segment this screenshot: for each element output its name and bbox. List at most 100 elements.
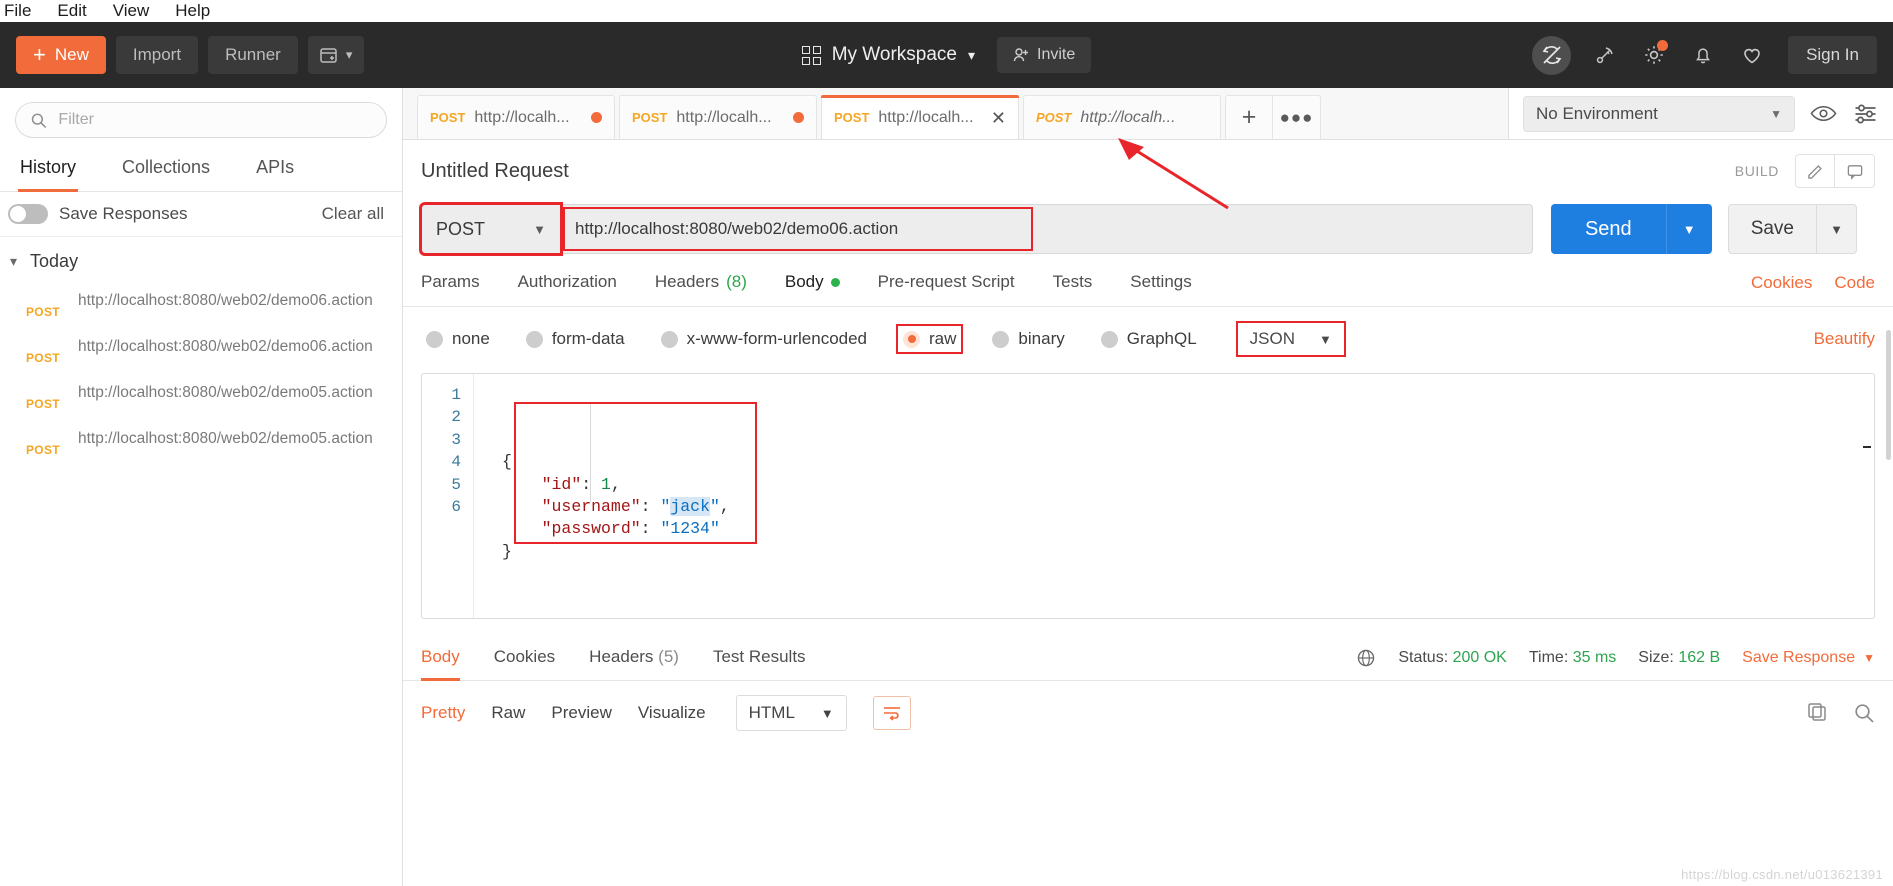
response-tab-cookies[interactable]: Cookies [494, 647, 555, 681]
new-button[interactable]: + New [16, 36, 106, 74]
copy-icon[interactable] [1807, 702, 1829, 722]
workspace-selector[interactable]: My Workspace ▾ [801, 44, 975, 66]
invite-button[interactable]: Invite [997, 37, 1092, 73]
search-icon[interactable] [1853, 702, 1875, 724]
clear-all-button[interactable]: Clear all [322, 204, 384, 224]
sync-off-icon[interactable] [1532, 35, 1572, 75]
environment-select[interactable]: No Environment ▼ [1523, 95, 1795, 132]
person-add-icon [1013, 48, 1029, 62]
indent-guide [590, 404, 591, 502]
sidebar: History Collections APIs Save Responses … [0, 88, 403, 886]
menu-help[interactable]: Help [175, 1, 210, 21]
sidebar-tab-history[interactable]: History [18, 148, 79, 192]
tab-body[interactable]: Body [785, 272, 840, 307]
beautify-button[interactable]: Beautify [1814, 329, 1875, 349]
tab-params[interactable]: Params [421, 272, 480, 307]
runner-button[interactable]: Runner [208, 36, 298, 74]
send-options-button[interactable]: ▼ [1665, 204, 1712, 254]
eye-icon[interactable] [1809, 100, 1837, 128]
sign-in-button[interactable]: Sign In [1788, 36, 1877, 74]
list-item[interactable]: POST http://localhost:8080/web02/demo05.… [0, 420, 402, 466]
grid-icon [801, 45, 821, 65]
save-response-button[interactable]: Save Response ▼ [1742, 649, 1875, 667]
sliders-icon[interactable] [1851, 100, 1879, 128]
tab-settings[interactable]: Settings [1130, 272, 1191, 307]
save-label: Save [1750, 218, 1794, 239]
gear-icon[interactable] [1639, 40, 1669, 70]
sidebar-tab-collections[interactable]: Collections [120, 148, 212, 192]
view-raw-button[interactable]: Raw [491, 703, 525, 723]
chevron-down-icon: ▾ [10, 253, 18, 269]
unsaved-dot-icon [793, 112, 804, 123]
chevron-down-icon: ▼ [1830, 221, 1843, 237]
edit-request-button[interactable] [1795, 154, 1835, 188]
tab-tests[interactable]: Tests [1053, 272, 1093, 307]
heart-icon[interactable] [1737, 40, 1767, 70]
menu-file[interactable]: File [4, 1, 31, 21]
tab-headers[interactable]: Headers (8) [655, 272, 747, 307]
history-group-today[interactable]: ▾ Today [0, 237, 402, 282]
send-button[interactable]: Send [1550, 204, 1666, 254]
wrap-lines-button[interactable] [872, 696, 911, 730]
scrollbar[interactable] [1886, 330, 1891, 460]
view-pretty-button[interactable]: Pretty [421, 703, 465, 723]
add-tab-button[interactable]: + [1225, 95, 1273, 139]
response-tab-test-results[interactable]: Test Results [713, 647, 806, 681]
history-method: POST [26, 397, 60, 411]
environment-bar: No Environment ▼ [1508, 88, 1893, 140]
new-button-label: New [54, 45, 89, 64]
tab-method: POST [1036, 110, 1072, 125]
response-tab-body[interactable]: Body [421, 647, 460, 681]
raw-format-select[interactable]: JSON ▼ [1235, 321, 1346, 357]
list-item[interactable]: POST http://localhost:8080/web02/demo06.… [0, 282, 402, 328]
url-input[interactable]: http://localhost:8080/web02/demo06.actio… [561, 204, 1533, 254]
body-type-x-www-form-urlencoded[interactable]: x-www-form-urlencoded [656, 326, 872, 352]
cookies-link[interactable]: Cookies [1751, 273, 1812, 293]
list-item[interactable]: POST http://localhost:8080/web02/demo06.… [0, 328, 402, 374]
tab-pre-request-script[interactable]: Pre-request Script [878, 272, 1015, 307]
sign-in-label: Sign In [1806, 45, 1859, 64]
comment-button[interactable] [1835, 154, 1875, 188]
new-window-button[interactable]: ▾ [307, 36, 365, 74]
bell-icon[interactable] [1688, 40, 1718, 70]
search-input[interactable] [58, 111, 372, 129]
history-url: http://localhost:8080/web02/demo05.actio… [78, 430, 373, 447]
sidebar-tab-apis[interactable]: APIs [254, 148, 296, 192]
body-type-raw[interactable]: raw [896, 324, 964, 354]
list-item[interactable]: POST http://localhost:8080/web02/demo05.… [0, 374, 402, 420]
response-format-select[interactable]: HTML ▼ [735, 695, 847, 731]
editor-content[interactable]: { "id": 1, "username": "jack", "password… [474, 374, 1874, 618]
filter-box[interactable] [15, 102, 387, 138]
menu-view[interactable]: View [113, 1, 150, 21]
request-tab-1[interactable]: POST http://localh... [417, 95, 615, 139]
code-link[interactable]: Code [1834, 273, 1875, 293]
body-type-label: x-www-form-urlencoded [686, 329, 868, 348]
save-options-button[interactable]: ▼ [1817, 204, 1857, 254]
save-responses-toggle[interactable] [8, 204, 48, 224]
satellite-icon[interactable] [1590, 40, 1620, 70]
tab-authorization[interactable]: Authorization [518, 272, 617, 307]
view-preview-button[interactable]: Preview [551, 703, 611, 723]
os-menu-bar: File Edit View Help [0, 0, 1893, 22]
request-tab-2[interactable]: POST http://localh... [619, 95, 817, 139]
http-method-select[interactable]: POST ▼ [419, 202, 563, 256]
save-request-button[interactable]: Save [1727, 204, 1817, 254]
body-type-none[interactable]: none [421, 326, 495, 352]
menu-edit[interactable]: Edit [57, 1, 86, 21]
import-button[interactable]: Import [115, 36, 199, 74]
body-type-binary[interactable]: binary [987, 326, 1069, 352]
history-method: POST [26, 443, 60, 457]
plus-icon: + [33, 42, 46, 67]
request-tab-3[interactable]: POST http://localh... ✕ [821, 95, 1019, 139]
response-tab-headers[interactable]: Headers (5) [589, 647, 679, 681]
body-type-form-data[interactable]: form-data [521, 326, 630, 352]
body-editor[interactable]: 123456 { "id": 1, "username": "jack", "p… [421, 373, 1875, 619]
tab-label: Pre-request Script [877, 272, 1015, 291]
request-tab-4[interactable]: POST http://localh... [1023, 95, 1221, 139]
close-icon[interactable]: ✕ [991, 109, 1006, 127]
tab-more-button[interactable]: ●●● [1273, 95, 1321, 139]
body-type-graphql[interactable]: GraphQL [1096, 326, 1202, 352]
globe-icon[interactable] [1356, 648, 1376, 668]
view-visualize-button[interactable]: Visualize [638, 703, 706, 723]
radio-icon [525, 330, 543, 348]
